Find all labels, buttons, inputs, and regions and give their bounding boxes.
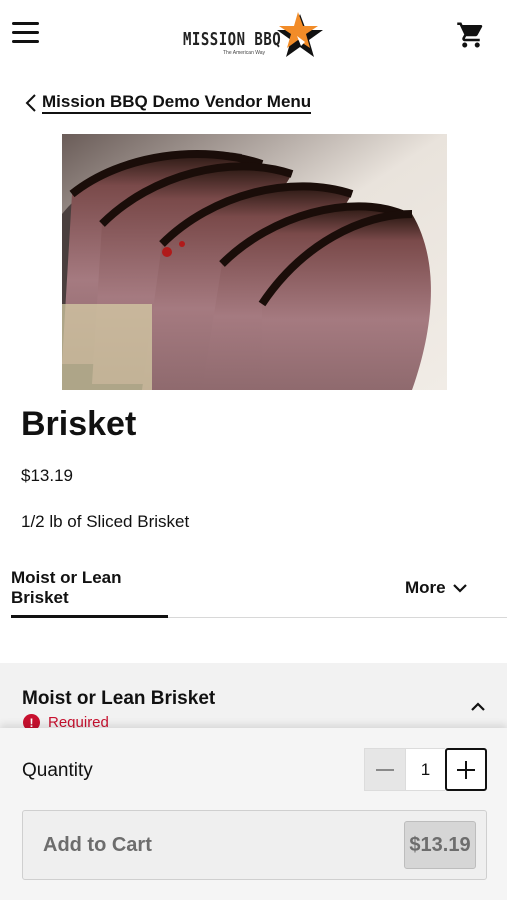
option-section-header[interactable]: Moist or Lean Brisket ! Required xyxy=(0,663,507,733)
quantity-label: Quantity xyxy=(22,760,93,781)
back-to-menu-link[interactable]: Mission BBQ Demo Vendor Menu xyxy=(24,91,312,115)
cart-glyph xyxy=(457,22,483,48)
logo-tagline: The American Way xyxy=(223,50,266,56)
add-to-cart-button[interactable]: Add to Cart $13.19 xyxy=(22,810,487,880)
order-panel: Quantity 1 Add to Cart $13.19 xyxy=(0,728,507,900)
brisket-photo xyxy=(62,134,447,390)
decrease-quantity-button[interactable] xyxy=(364,748,406,791)
section-title: Moist or Lean Brisket xyxy=(22,688,216,709)
minus-icon xyxy=(376,768,394,771)
chevron-left-icon xyxy=(25,94,36,112)
product-image xyxy=(62,134,447,390)
chevron-down-icon xyxy=(452,584,467,593)
tab-more[interactable]: More xyxy=(405,560,468,616)
quantity-stepper: 1 xyxy=(364,748,487,791)
app-header: MISSION BBQ The American Way xyxy=(0,0,507,70)
plus-icon xyxy=(457,760,475,779)
tab-moist-or-lean-brisket[interactable]: Moist or Lean Brisket xyxy=(11,560,168,618)
tab-more-label: More xyxy=(405,578,446,597)
add-to-cart-price: $13.19 xyxy=(404,821,476,869)
chevron-up-icon xyxy=(471,702,485,711)
add-to-cart-label: Add to Cart xyxy=(43,834,152,856)
logo-star-icon xyxy=(277,12,323,57)
product-title: Brisket xyxy=(21,405,137,443)
increase-quantity-button[interactable] xyxy=(445,748,487,791)
quantity-value[interactable]: 1 xyxy=(406,748,445,791)
shopping-cart-icon[interactable] xyxy=(456,20,486,50)
hamburger-menu-icon[interactable] xyxy=(12,22,39,46)
back-link-label: Mission BBQ Demo Vendor Menu xyxy=(42,92,312,114)
product-price: $13.19 xyxy=(21,466,73,485)
option-tabs: Moist or Lean Brisket More xyxy=(11,560,507,618)
mission-bbq-logo[interactable]: MISSION BBQ The American Way xyxy=(183,12,328,62)
logo-text: MISSION BBQ xyxy=(183,30,282,50)
product-description: 1/2 lb of Sliced Brisket xyxy=(21,512,190,531)
